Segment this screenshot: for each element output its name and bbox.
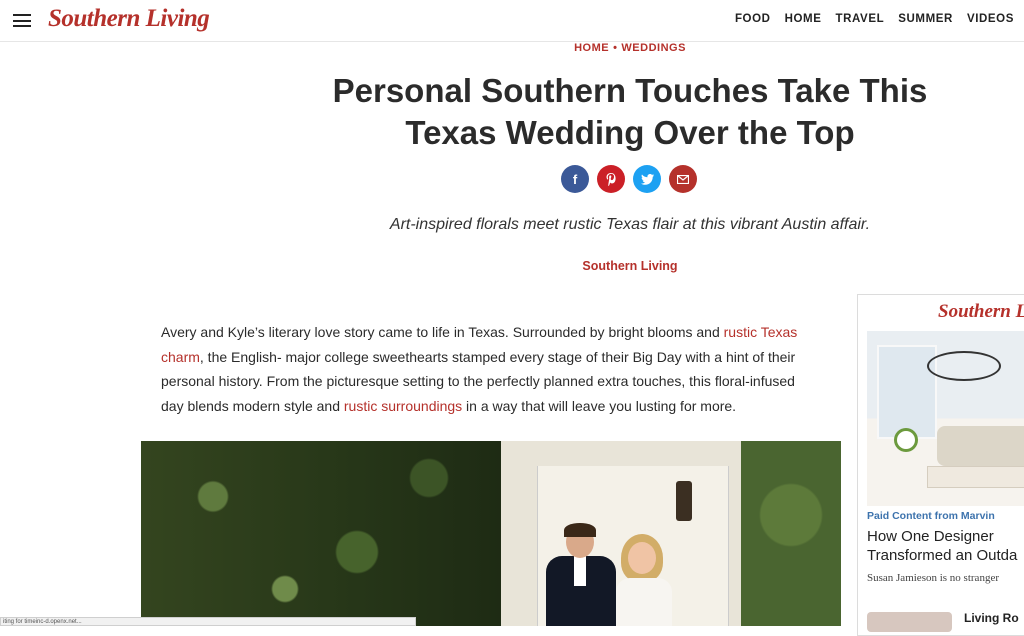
article-body: Avery and Kyle’s literary love story cam… (161, 320, 821, 419)
ad-headline-line: Transformed an Outda (867, 547, 1018, 564)
article-byline[interactable]: Southern Living (290, 259, 970, 273)
facebook-icon[interactable]: f (561, 165, 589, 193)
menu-icon[interactable] (13, 14, 31, 27)
browser-status-bar: iting for timeinc-d.openx.net... (0, 617, 416, 626)
site-header: Southern Living FOOD HOME TRAVEL SUMMER … (0, 0, 1024, 42)
ad-headline-line: How One Designer (867, 528, 994, 545)
ad-next-title[interactable]: Living Ro (964, 611, 1019, 625)
wedding-photo (141, 441, 841, 626)
article-dek: Art-inspired florals meet rustic Texas f… (389, 216, 871, 233)
breadcrumb: HOME • WEDDINGS (0, 42, 1024, 54)
nav-travel[interactable]: TRAVEL (835, 13, 884, 25)
body-text-part: in a way that will leave you lusting for… (462, 398, 737, 415)
bride (616, 534, 676, 626)
nav-food[interactable]: FOOD (735, 13, 771, 25)
ivy-foliage (141, 441, 501, 626)
ad-headline[interactable]: How One Designer Transformed an Outda (867, 527, 1024, 565)
nav-videos[interactable]: VIDEOS (967, 13, 1014, 25)
groom (546, 523, 616, 626)
email-icon[interactable] (669, 165, 697, 193)
ad-next-thumbnail[interactable] (867, 612, 952, 632)
breadcrumb-separator: • (613, 42, 618, 54)
nav-home[interactable]: HOME (785, 13, 822, 25)
top-nav: FOOD HOME TRAVEL SUMMER VIDEOS (721, 13, 1014, 25)
site-logo[interactable]: Southern Living (48, 5, 210, 33)
sponsored-ad[interactable]: Southern Living Paid Content from Marvin… (857, 294, 1024, 636)
share-bar: f (561, 165, 697, 193)
ad-image-living-room[interactable] (867, 331, 1024, 506)
breadcrumb-home[interactable]: HOME (574, 42, 609, 54)
article-title: Personal Southern Touches Take This Texa… (332, 72, 928, 151)
garden-foliage (741, 441, 841, 626)
lantern (676, 481, 692, 521)
ad-author: Susan Jamieson is no stranger (867, 572, 999, 584)
pinterest-icon[interactable] (597, 165, 625, 193)
body-text-part: Avery and Kyle’s literary love story cam… (161, 324, 724, 340)
breadcrumb-weddings[interactable]: WEDDINGS (621, 42, 686, 54)
ad-sponsor-label: Paid Content from Marvin (867, 510, 995, 522)
rustic-surroundings-link[interactable]: rustic surroundings (344, 398, 462, 414)
nav-summer[interactable]: SUMMER (898, 13, 953, 25)
twitter-icon[interactable] (633, 165, 661, 193)
ad-logo: Southern Living (938, 301, 1024, 322)
